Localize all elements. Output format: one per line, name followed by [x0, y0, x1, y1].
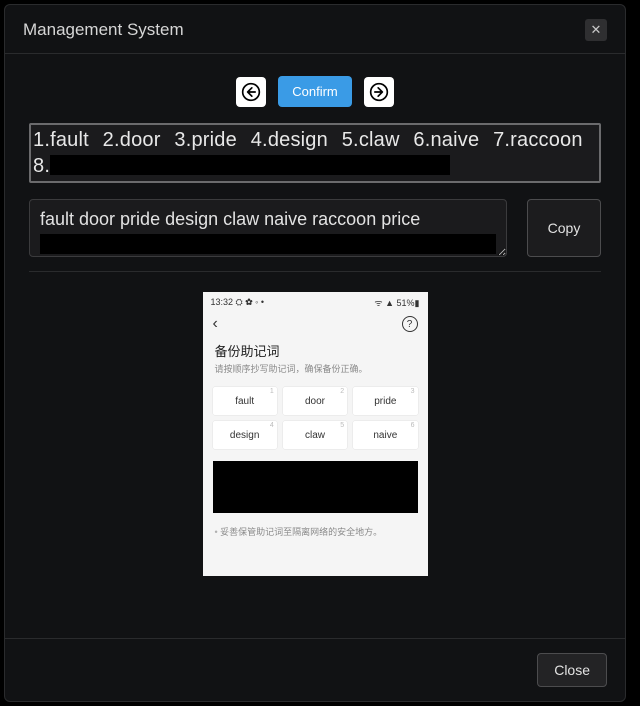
prev-button[interactable]	[236, 77, 266, 107]
mnemonic-cell: 2door	[283, 387, 347, 415]
arrow-left-icon	[241, 82, 261, 102]
word-item: 4.design	[251, 129, 328, 151]
phone-heading: 备份助记词	[203, 337, 428, 362]
back-icon[interactable]: ‹	[213, 315, 218, 333]
word-item: 2.door	[103, 129, 161, 151]
word-item: 6.naive	[413, 129, 479, 151]
statusbar-time: 13:32	[211, 297, 234, 307]
word-item-last-index: 8.	[33, 155, 50, 177]
phone-subtext: 请按顺序抄写助记词，确保备份正确。	[203, 362, 428, 383]
modal-title: Management System	[23, 20, 184, 40]
phone-statusbar: 13:32 ⛭ ✿ ◦ • ᯤ ▲ 51%▮	[203, 292, 428, 311]
divider	[29, 271, 601, 272]
word-item: 7.raccoon	[493, 129, 583, 151]
numbered-word-list: 1.fault 2.door 3.pride 4.design 5.claw 6…	[33, 127, 597, 179]
mnemonic-cell: 6naive	[353, 421, 417, 449]
statusbar-left-icons: ⛭ ✿ ◦ •	[236, 297, 264, 307]
word-item: 5.claw	[342, 129, 400, 151]
redacted-block	[213, 461, 418, 513]
next-button[interactable]	[364, 77, 394, 107]
phrase-textarea[interactable]: fault door pride design claw naive racco…	[29, 199, 507, 257]
numbered-word-panel: 1.fault 2.door 3.pride 4.design 5.claw 6…	[29, 123, 601, 183]
mnemonic-cell: 4design	[213, 421, 277, 449]
redacted-block	[50, 155, 450, 175]
word-item: 1.fault	[33, 129, 89, 151]
statusbar-right: ᯤ ▲ 51%▮	[374, 296, 419, 309]
phrase-row: fault door pride design claw naive racco…	[29, 199, 601, 257]
phone-topbar: ‹ ?	[203, 311, 428, 337]
modal-header: Management System ✕	[5, 5, 625, 54]
close-button[interactable]: Close	[537, 653, 607, 687]
arrow-right-icon	[369, 82, 389, 102]
nav-controls: Confirm	[29, 76, 601, 107]
copy-button[interactable]: Copy	[527, 199, 601, 257]
mnemonic-cell: 3pride	[353, 387, 417, 415]
modal-footer: Close	[5, 638, 625, 701]
mnemonic-cell: 1fault	[213, 387, 277, 415]
close-icon[interactable]: ✕	[585, 19, 607, 41]
phone-screenshot: 13:32 ⛭ ✿ ◦ • ᯤ ▲ 51%▮ ‹ ? 备份助记词 请按顺序抄写助…	[203, 292, 428, 576]
phrase-text: fault door pride design claw naive racco…	[40, 208, 496, 230]
redacted-block	[40, 234, 496, 254]
modal-body[interactable]: Confirm 1.fault 2.door 3.pride 4.design …	[5, 54, 625, 638]
phone-note: 妥善保管助记词至隔离网络的安全地方。	[203, 521, 428, 538]
modal-dialog: Management System ✕ Confirm 1.fault	[4, 4, 626, 702]
mnemonic-grid: 1fault 2door 3pride 4design 5claw 6naive	[203, 383, 428, 453]
confirm-button[interactable]: Confirm	[278, 76, 352, 107]
mnemonic-cell: 5claw	[283, 421, 347, 449]
word-item: 3.pride	[174, 129, 237, 151]
help-icon[interactable]: ?	[402, 316, 418, 332]
